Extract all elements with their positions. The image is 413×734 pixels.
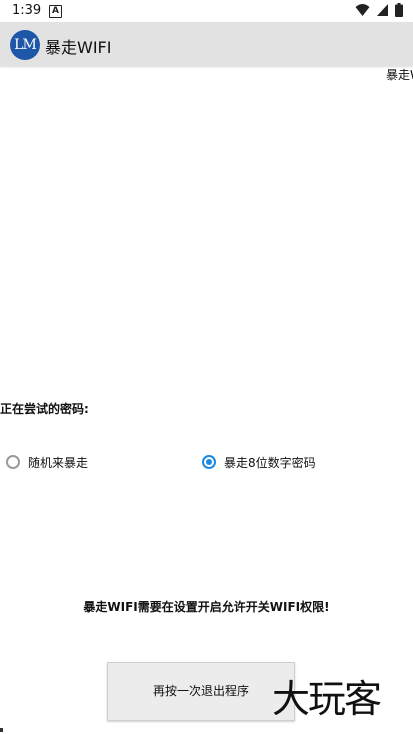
cellular-signal-icon [377,4,388,16]
trying-password-label: 正在尝试的密码: [0,402,89,416]
status-time: 1:39 [12,3,42,18]
permission-note: 暴走WIFI需要在设置开启允许开关WIFI权限! [83,600,330,614]
radio-8digit-mode[interactable]: 暴走8位数字密码 [202,452,316,472]
radio-random-indicator[interactable] [6,455,20,469]
battery-icon [395,3,403,17]
wifi-icon [355,4,370,16]
app-bar: LM 暴走WIFI [0,22,413,66]
status-bar: 1:39 A [0,0,413,22]
corner-mark [0,728,3,732]
radio-8digit-label: 暴走8位数字密码 [224,455,316,470]
status-icons [349,3,403,19]
watermark-logo: 大玩客 [272,677,382,721]
exit-button[interactable]: 再按一次退出程序 [107,662,295,721]
app-logo: LM [10,30,40,60]
radio-random-label: 随机来暴走 [28,455,89,470]
app-title: 暴走WIFI [45,38,112,57]
a-letter-icon: A [49,5,62,18]
scrolling-text: 暴走W [386,68,413,82]
radio-random-mode[interactable]: 随机来暴走 [6,452,88,472]
radio-8digit-indicator[interactable] [202,455,216,469]
